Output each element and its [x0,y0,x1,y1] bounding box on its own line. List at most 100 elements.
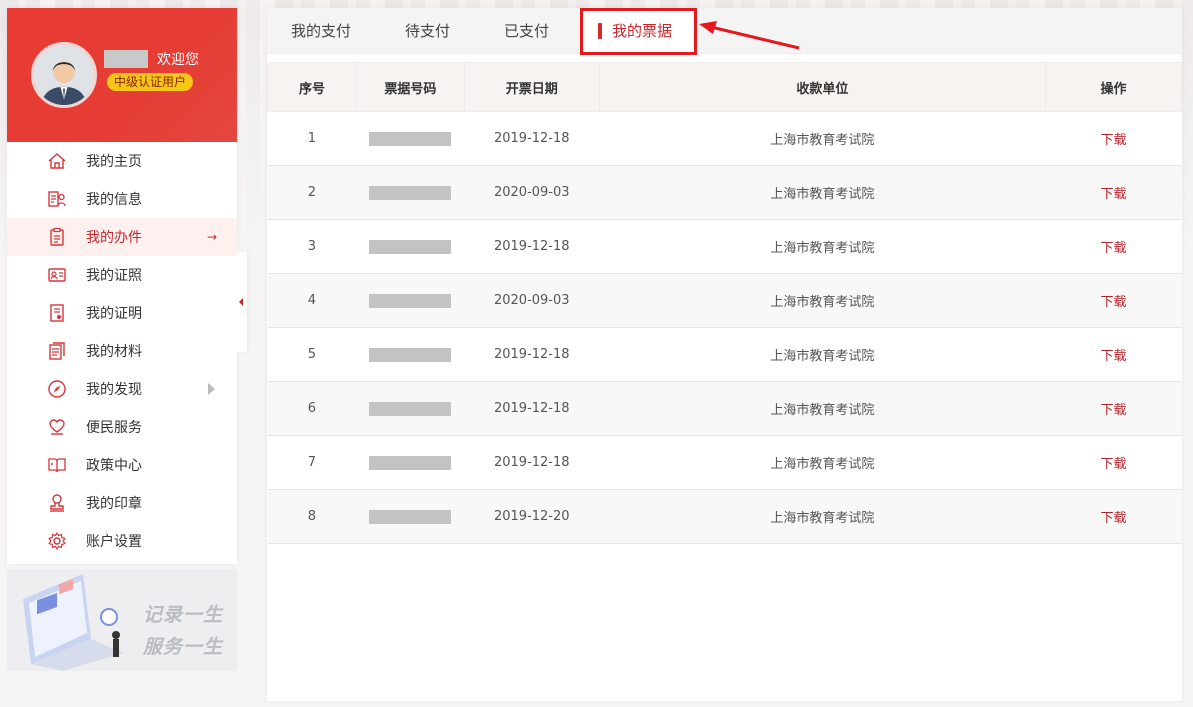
table-row: 6 2019-12-18 上海市教育考试院 下载 [267,381,1182,436]
redaction-mask [369,239,452,254]
sidebar-item-licenses[interactable]: 我的证照 [7,256,237,294]
heart-hand-icon [47,417,67,437]
cell-invoice-number [356,273,465,328]
download-link[interactable]: 下载 [1101,187,1127,202]
cell-date: 2019-12-20 [464,489,600,544]
cell-payee: 上海市教育考试院 [599,111,1046,166]
cell-index: 4 [267,273,357,328]
tab-paid[interactable]: 已支付 [504,20,549,41]
user-avatar-icon [34,45,94,105]
sidebar-item-info[interactable]: 我的信息 [7,180,237,218]
sidebar-menu: 我的主页 我的信息 我的办件 → 我的证照 我的证明 我的材料 我的发现 便民服… [7,142,237,560]
sidebar-collapse-handle[interactable] [237,252,247,352]
book-icon [47,455,67,475]
sidebar-item-policy[interactable]: 政策中心 [7,446,237,484]
table-row: 3 2019-12-18 上海市教育考试院 下载 [267,219,1182,274]
redaction-mask [369,347,452,362]
documents-icon [47,341,67,361]
promo-line-2: 服务一生 [143,636,224,658]
profile-header: 欢迎您 中级认证用户 [7,8,237,142]
download-link[interactable]: 下载 [1101,295,1127,310]
sidebar-item-label: 便民服务 [86,420,142,436]
redaction-mask [369,509,452,524]
id-card-icon [47,265,67,285]
cell-action: 下载 [1045,381,1182,436]
sidebar-item-label: 我的主页 [86,154,142,170]
sidebar: 欢迎您 中级认证用户 我的主页 我的信息 我的办件 → 我的证照 我的证明 我的… [7,8,237,564]
tab-pending-payment[interactable]: 待支付 [405,20,450,41]
cell-index: 1 [267,111,357,166]
promo-slogan: 记录一生 服务一生 [143,599,223,663]
sidebar-item-home[interactable]: 我的主页 [7,142,237,180]
tab-my-invoices[interactable]: 我的票据 [612,20,672,41]
table-row: 2 2020-09-03 上海市教育考试院 下载 [267,165,1182,220]
sidebar-item-label: 我的材料 [86,344,142,360]
annotation-arrow-icon [699,21,800,50]
download-link[interactable]: 下载 [1101,349,1127,364]
download-link[interactable]: 下载 [1101,457,1127,472]
compass-icon [47,379,67,399]
cell-payee: 上海市教育考试院 [599,489,1046,544]
sidebar-item-label: 我的办件 [86,230,142,246]
cell-action: 下载 [1045,165,1182,220]
redaction-mask [369,131,452,146]
certificate-icon [47,303,67,323]
table-row: 1 2019-12-18 上海市教育考试院 下载 [267,111,1182,166]
promo-line-1: 记录一生 [143,604,224,626]
sidebar-item-materials[interactable]: 我的材料 [7,332,237,370]
sidebar-item-cases[interactable]: 我的办件 → [7,218,237,256]
cell-payee: 上海市教育考试院 [599,273,1046,328]
cell-index: 8 [267,489,357,544]
cell-index: 5 [267,327,357,382]
download-link[interactable]: 下载 [1101,403,1127,418]
sidebar-item-label: 我的证照 [86,268,142,284]
cell-payee: 上海市教育考试院 [599,219,1046,274]
sidebar-item-label: 我的证明 [86,306,142,322]
collapse-arrow-icon [239,298,243,306]
active-tab-indicator [598,23,602,39]
cell-index: 6 [267,381,357,436]
clipboard-icon [47,227,67,247]
table-header-row: 序号 票据号码 开票日期 收款单位 操作 [267,62,1182,112]
column-header-payee: 收款单位 [598,62,1047,112]
sidebar-item-services[interactable]: 便民服务 [7,408,237,446]
cell-date: 2020-09-03 [464,165,600,220]
arrow-right-icon: → [206,230,217,244]
gear-icon [47,531,67,551]
sidebar-item-discover[interactable]: 我的发现 [7,370,237,408]
redaction-mask [369,185,452,200]
column-header-issue-date: 开票日期 [463,62,600,112]
table-row: 5 2019-12-18 上海市教育考试院 下载 [267,327,1182,382]
cell-invoice-number [356,219,465,274]
promo-banner: 记录一生 服务一生 [7,569,237,671]
download-link[interactable]: 下载 [1101,241,1127,256]
download-link[interactable]: 下载 [1101,511,1127,526]
cell-invoice-number [356,111,465,166]
sidebar-item-label: 我的印章 [86,496,142,512]
redaction-mask [369,293,452,308]
sidebar-item-seal[interactable]: 我的印章 [7,484,237,522]
sidebar-item-settings[interactable]: 账户设置 [7,522,237,560]
sidebar-item-proofs[interactable]: 我的证明 [7,294,237,332]
avatar[interactable] [31,42,97,108]
download-link[interactable]: 下载 [1101,133,1127,148]
table-row: 8 2019-12-20 上海市教育考试院 下载 [267,489,1182,544]
table-row: 4 2020-09-03 上海市教育考试院 下载 [267,273,1182,328]
sidebar-item-label: 我的发现 [86,382,142,398]
cell-action: 下载 [1045,435,1182,490]
sidebar-item-label: 政策中心 [86,458,142,474]
cell-action: 下载 [1045,219,1182,274]
redaction-mask [369,455,452,470]
tab-my-payments[interactable]: 我的支付 [291,20,351,41]
cell-payee: 上海市教育考试院 [599,327,1046,382]
stamp-icon [47,493,67,513]
column-header-action: 操作 [1045,62,1182,112]
cell-date: 2019-12-18 [464,381,600,436]
column-header-index: 序号 [267,62,357,112]
expand-triangle-icon[interactable] [208,383,215,395]
cell-index: 2 [267,165,357,220]
cell-payee: 上海市教育考试院 [599,381,1046,436]
cell-date: 2019-12-18 [464,435,600,490]
cell-index: 7 [267,435,357,490]
user-info-icon [47,189,67,209]
